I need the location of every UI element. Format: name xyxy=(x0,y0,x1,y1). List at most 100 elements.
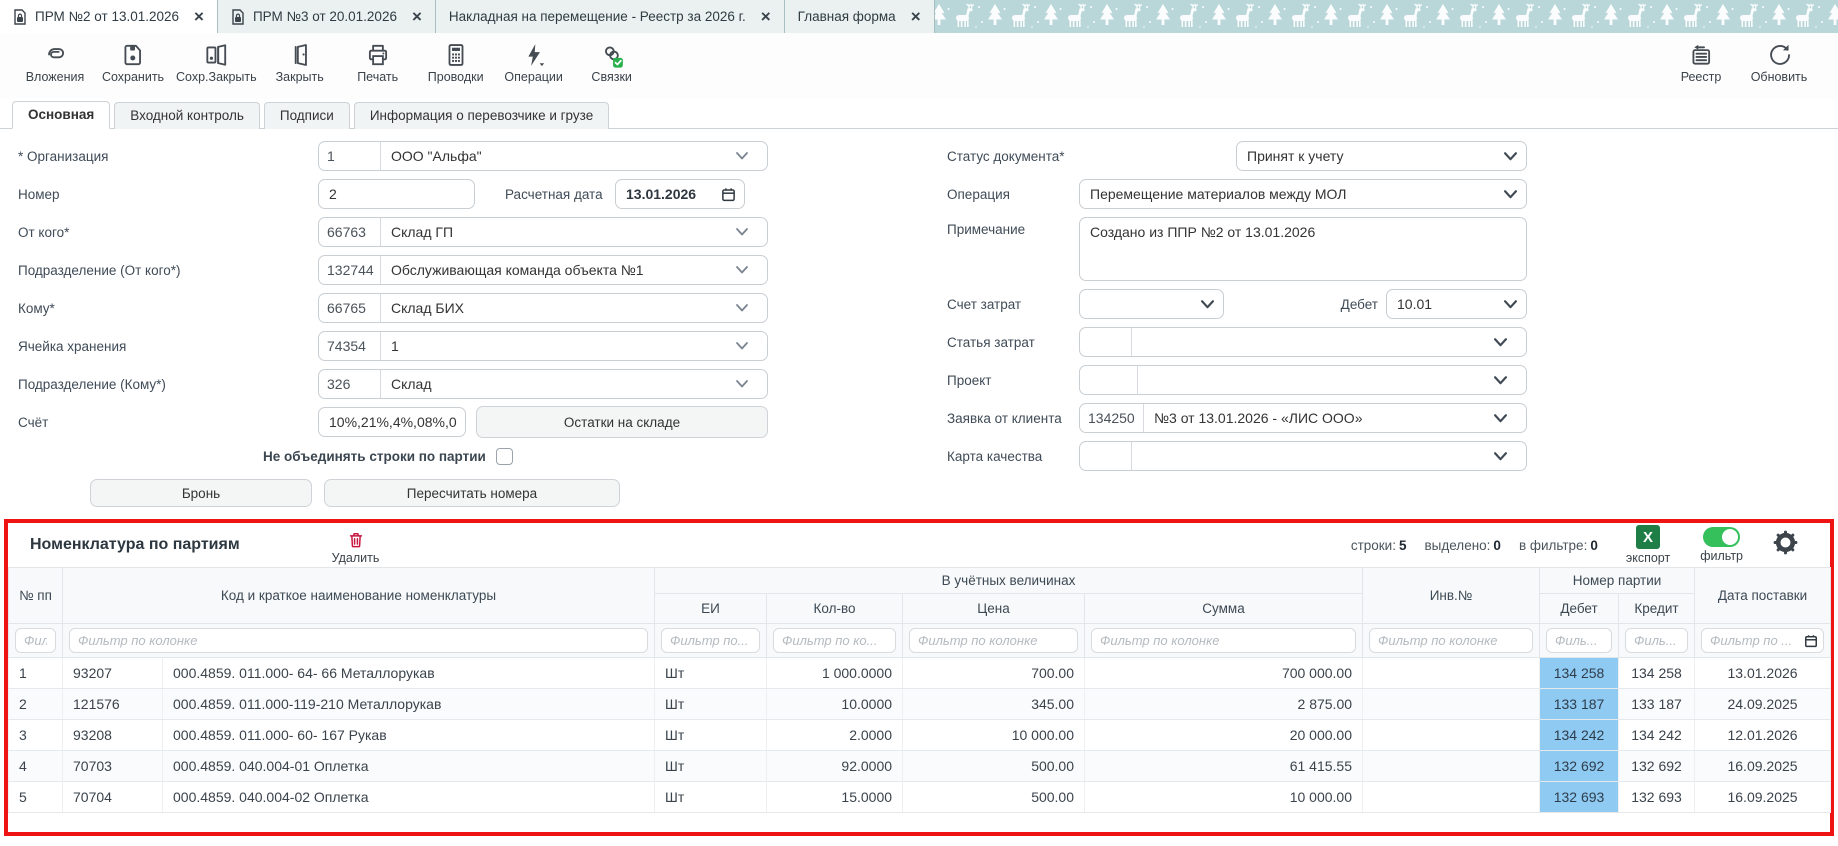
grid-cell-code[interactable]: 93208 xyxy=(63,720,163,751)
window-tab-prm3[interactable]: ПРМ №3 от 20.01.2026 × xyxy=(218,0,436,33)
grid-cell-sum[interactable]: 700 000.00 xyxy=(1085,658,1363,689)
window-tab-registry[interactable]: Накладная на перемещение - Реестр за 202… xyxy=(436,0,785,33)
col-header-debit[interactable]: Дебет xyxy=(1540,594,1619,624)
delete-button[interactable]: Удалить xyxy=(332,530,380,565)
to-dept-field[interactable]: 326 Склад xyxy=(318,369,768,399)
filter-input-unit[interactable] xyxy=(661,628,760,653)
filter-input-qty[interactable] xyxy=(773,628,896,653)
storage-cell-field[interactable]: 74354 1 xyxy=(318,331,768,361)
grid-cell-price[interactable]: 500.00 xyxy=(903,782,1085,813)
close-icon[interactable]: × xyxy=(761,8,771,25)
grid-cell-sum[interactable]: 61 415.55 xyxy=(1085,751,1363,782)
filter-input-price[interactable] xyxy=(909,628,1078,653)
grid-cell-inv[interactable] xyxy=(1363,658,1540,689)
grid-cell-inv[interactable] xyxy=(1363,751,1540,782)
links-button[interactable]: Связки xyxy=(573,40,651,86)
grid-row[interactable]: 2121576000.4859. 011.000-119-210 Металло… xyxy=(9,689,1831,720)
col-header-inv[interactable]: Инв.№ xyxy=(1363,568,1540,624)
tab-main[interactable]: Основная xyxy=(12,101,110,129)
col-header-code-name[interactable]: Код и краткое наименование номенклатуры xyxy=(63,568,655,624)
grid-cell-name[interactable]: 000.4859. 040.004-02 Оплетка xyxy=(163,782,655,813)
col-header-unit[interactable]: ЕИ xyxy=(655,594,767,624)
grid-cell-date[interactable]: 16.09.2025 xyxy=(1695,782,1831,813)
export-button[interactable]: X экспорт xyxy=(1626,525,1670,565)
grid-row[interactable]: 570704000.4859. 040.004-02 ОплеткаШт15.0… xyxy=(9,782,1831,813)
from-code[interactable]: 66763 xyxy=(319,218,381,246)
quality-card-code[interactable] xyxy=(1080,442,1132,470)
project-code[interactable] xyxy=(1080,366,1138,394)
cost-item-code[interactable] xyxy=(1080,328,1132,356)
grid-cell-num[interactable]: 3 xyxy=(9,720,63,751)
close-icon[interactable]: × xyxy=(194,8,204,25)
grid-row[interactable]: 193207000.4859. 011.000- 64- 66 Металлор… xyxy=(9,658,1831,689)
grid-cell-debit[interactable]: 132 693 xyxy=(1540,782,1619,813)
window-tab-prm2[interactable]: ПРМ №2 от 13.01.2026 × xyxy=(0,0,218,33)
grid-cell-qty[interactable]: 92.0000 xyxy=(767,751,903,782)
grid-cell-qty[interactable]: 15.0000 xyxy=(767,782,903,813)
col-header-num[interactable]: № пп xyxy=(9,568,63,624)
grid-cell-inv[interactable] xyxy=(1363,689,1540,720)
refresh-button[interactable]: Обновить xyxy=(1740,40,1818,86)
grid-cell-price[interactable]: 10 000.00 xyxy=(903,720,1085,751)
grid-cell-debit[interactable]: 134 258 xyxy=(1540,658,1619,689)
grid-cell-date[interactable]: 16.09.2025 xyxy=(1695,751,1831,782)
operations-button[interactable]: Операции xyxy=(495,40,573,86)
grid-cell-price[interactable]: 500.00 xyxy=(903,751,1085,782)
save-close-button[interactable]: Сохр.Закрыть xyxy=(172,40,261,86)
organization-field[interactable]: 1 ООО "Альфа" xyxy=(318,141,768,171)
postings-button[interactable]: Проводки xyxy=(417,40,495,86)
grid-cell-qty[interactable]: 2.0000 xyxy=(767,720,903,751)
calendar-icon[interactable] xyxy=(721,187,736,202)
grid-cell-name[interactable]: 000.4859. 011.000- 64- 66 Металлорукав xyxy=(163,658,655,689)
grid-row[interactable]: 393208000.4859. 011.000- 60- 167 РукавШт… xyxy=(9,720,1831,751)
close-icon[interactable]: × xyxy=(911,8,921,25)
grid-cell-code[interactable]: 121576 xyxy=(63,689,163,720)
account-input[interactable]: 10%,21%,4%,08%,0 xyxy=(318,407,466,437)
client-request-code[interactable]: 134250 xyxy=(1080,404,1144,432)
col-header-credit[interactable]: Кредит xyxy=(1619,594,1695,624)
col-header-qty[interactable]: Кол-во xyxy=(767,594,903,624)
grid-cell-date[interactable]: 13.01.2026 xyxy=(1695,658,1831,689)
note-textarea[interactable]: Создано из ППР №2 от 13.01.2026 xyxy=(1079,217,1527,281)
client-request-field[interactable]: 134250 №3 от 13.01.2026 - «ЛИС ООО» xyxy=(1079,403,1527,433)
cost-account-select[interactable] xyxy=(1079,289,1224,319)
grid-cell-credit[interactable]: 133 187 xyxy=(1619,689,1695,720)
col-header-price[interactable]: Цена xyxy=(903,594,1085,624)
from-dept-code[interactable]: 132744 xyxy=(319,256,381,284)
close-button[interactable]: Закрыть xyxy=(261,40,339,86)
filter-input-inv[interactable] xyxy=(1369,628,1533,653)
filter-input-credit[interactable] xyxy=(1625,628,1688,653)
grid-cell-inv[interactable] xyxy=(1363,720,1540,751)
grid-cell-credit[interactable]: 134 258 xyxy=(1619,658,1695,689)
status-select[interactable]: Принят к учету xyxy=(1236,141,1527,171)
grid-cell-price[interactable]: 345.00 xyxy=(903,689,1085,720)
grid-cell-code[interactable]: 93207 xyxy=(63,658,163,689)
grid-cell-num[interactable]: 1 xyxy=(9,658,63,689)
tab-carrier-info[interactable]: Информация о перевозчике и грузе xyxy=(354,102,609,129)
grid-cell-price[interactable]: 700.00 xyxy=(903,658,1085,689)
col-header-date[interactable]: Дата поставки xyxy=(1695,568,1831,624)
grid-cell-date[interactable]: 12.01.2026 xyxy=(1695,720,1831,751)
grid-cell-unit[interactable]: Шт xyxy=(655,689,767,720)
grid-cell-code[interactable]: 70704 xyxy=(63,782,163,813)
attachments-button[interactable]: Вложения xyxy=(16,40,94,86)
to-field[interactable]: 66765 Склад БИХ xyxy=(318,293,768,323)
grid-cell-name[interactable]: 000.4859. 040.004-01 Оплетка xyxy=(163,751,655,782)
close-icon[interactable]: × xyxy=(412,8,422,25)
grid-cell-name[interactable]: 000.4859. 011.000-119-210 Металлорукав xyxy=(163,689,655,720)
filter-input-code-name[interactable] xyxy=(69,628,648,653)
filter-input-num[interactable] xyxy=(15,628,56,653)
filter-input-debit[interactable] xyxy=(1546,628,1612,653)
grid-cell-credit[interactable]: 132 693 xyxy=(1619,782,1695,813)
grid-cell-unit[interactable]: Шт xyxy=(655,658,767,689)
print-button[interactable]: Печать xyxy=(339,40,417,86)
to-dept-code[interactable]: 326 xyxy=(319,370,381,398)
grid-cell-code[interactable]: 70703 xyxy=(63,751,163,782)
reserve-button[interactable]: Бронь xyxy=(90,479,312,507)
grid-cell-date[interactable]: 24.09.2025 xyxy=(1695,689,1831,720)
debit-select[interactable]: 10.01 xyxy=(1386,289,1527,319)
grid-cell-sum[interactable]: 20 000.00 xyxy=(1085,720,1363,751)
renumber-button[interactable]: Пересчитать номера xyxy=(324,479,620,507)
grid-cell-num[interactable]: 5 xyxy=(9,782,63,813)
grid-cell-debit[interactable]: 132 692 xyxy=(1540,751,1619,782)
